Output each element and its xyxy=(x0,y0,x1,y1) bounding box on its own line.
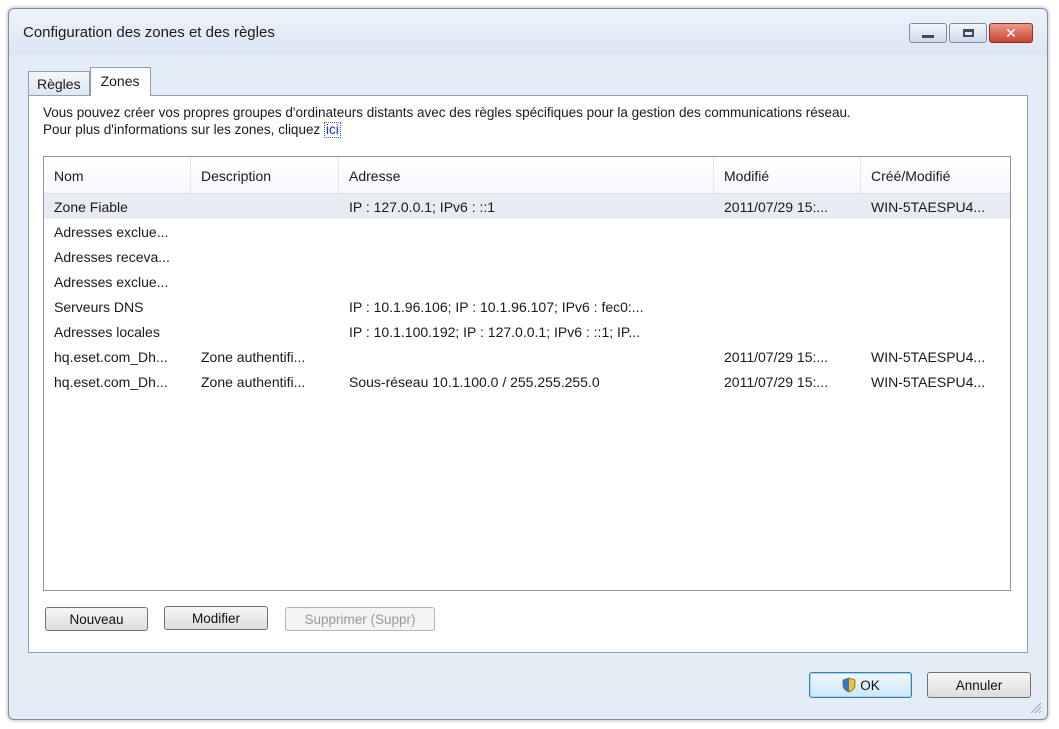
minimize-button[interactable] xyxy=(909,23,947,43)
tab-zones[interactable]: Zones xyxy=(89,67,151,96)
table-row[interactable]: Serveurs DNS IP : 10.1.96.106; IP : 10.1.… xyxy=(44,294,1010,319)
window-controls: ✕ xyxy=(909,23,1033,43)
column-header-cree-modifie[interactable]: Créé/Modifié xyxy=(861,157,1010,193)
cell-nom: hq.eset.com_Dh... xyxy=(54,373,168,390)
table-row[interactable]: Adresses exclue... xyxy=(44,219,1010,244)
title-bar[interactable]: Configuration des zones et des règles ✕ xyxy=(9,9,1047,55)
table-row[interactable]: Adresses exclue... xyxy=(44,269,1010,294)
column-header-description[interactable]: Description xyxy=(191,157,339,193)
cell-modifie: 2011/07/29 15:... xyxy=(724,373,829,390)
intro-line-2-text: Pour plus d'informations sur les zones, … xyxy=(43,122,324,137)
cell-description: Zone authentifi... xyxy=(201,348,306,365)
window-title: Configuration des zones et des règles xyxy=(23,24,275,41)
maximize-icon xyxy=(962,29,974,37)
table-row[interactable]: Adresses locales IP : 10.1.100.192; IP : … xyxy=(44,319,1010,344)
cell-cree-modifie: WIN-5TAESPU4... xyxy=(871,373,986,390)
cell-cree-modifie: WIN-5TAESPU4... xyxy=(871,198,986,215)
cell-nom: Adresses exclue... xyxy=(54,273,169,290)
close-icon: ✕ xyxy=(1005,25,1017,41)
ok-label: OK xyxy=(860,677,880,693)
table-row[interactable]: hq.eset.com_Dh... Zone authentifi... 2011/… xyxy=(44,344,1010,369)
ok-button[interactable]: OK xyxy=(809,672,912,698)
cell-nom: Adresses receva... xyxy=(54,248,170,265)
maximize-button[interactable] xyxy=(949,23,987,43)
cell-adresse: Sous-réseau 10.1.100.0 / 255.255.255.0 xyxy=(349,373,600,390)
cell-nom: Adresses exclue... xyxy=(54,223,169,240)
table-row[interactable]: Zone Fiable IP : 127.0.0.1; IPv6 : ::1 201… xyxy=(44,194,1010,219)
cell-modifie: 2011/07/29 15:... xyxy=(724,348,829,365)
cell-adresse: IP : 10.1.100.192; IP : 127.0.0.1; IPv6 … xyxy=(349,323,641,340)
cell-nom: Serveurs DNS xyxy=(54,298,144,315)
zones-list[interactable]: Nom Description Adresse Modifié Créé/Mod… xyxy=(43,156,1011,591)
column-header-modifie[interactable]: Modifié xyxy=(714,157,861,193)
tab-strip: Règles Zones xyxy=(28,67,151,96)
cancel-button[interactable]: Annuler xyxy=(927,672,1031,698)
resize-grip-icon[interactable] xyxy=(1028,700,1042,714)
shield-icon xyxy=(842,677,856,693)
delete-button[interactable]: Supprimer (Suppr) xyxy=(285,607,435,631)
cell-nom: hq.eset.com_Dh... xyxy=(54,348,168,365)
cell-description: Zone authentifi... xyxy=(201,373,306,390)
cell-nom: Zone Fiable xyxy=(54,198,128,215)
intro-line-2: Pour plus d'informations sur les zones, … xyxy=(43,121,851,138)
cell-modifie: 2011/07/29 15:... xyxy=(724,198,829,215)
intro-text: Vous pouvez créer vos propres groupes d'… xyxy=(43,104,851,138)
list-header: Nom Description Adresse Modifié Créé/Mod… xyxy=(44,157,1010,194)
dialog-window: Configuration des zones et des règles ✕ … xyxy=(8,8,1048,720)
cell-adresse: IP : 127.0.0.1; IPv6 : ::1 xyxy=(349,198,496,215)
list-body: Zone Fiable IP : 127.0.0.1; IPv6 : ::1 201… xyxy=(44,194,1010,394)
minimize-icon xyxy=(922,35,934,38)
cell-adresse: IP : 10.1.96.106; IP : 10.1.96.107; IPv6… xyxy=(349,298,644,315)
new-button[interactable]: Nouveau xyxy=(45,607,148,631)
tab-regles[interactable]: Règles xyxy=(28,71,90,96)
zones-tab-panel: Vous pouvez créer vos propres groupes d'… xyxy=(28,95,1028,653)
table-row[interactable]: hq.eset.com_Dh... Zone authentifi... Sous-… xyxy=(44,369,1010,394)
edit-button[interactable]: Modifier xyxy=(164,606,268,630)
help-link[interactable]: ici xyxy=(323,122,341,138)
table-row[interactable]: Adresses receva... xyxy=(44,244,1010,269)
intro-line-1: Vous pouvez créer vos propres groupes d'… xyxy=(43,105,851,120)
cell-cree-modifie: WIN-5TAESPU4... xyxy=(871,348,986,365)
column-header-adresse[interactable]: Adresse xyxy=(339,157,714,193)
close-button[interactable]: ✕ xyxy=(989,23,1033,43)
cell-nom: Adresses locales xyxy=(54,323,160,340)
dialog-client-area: Règles Zones Vous pouvez créer vos propr… xyxy=(9,55,1047,719)
column-header-nom[interactable]: Nom xyxy=(44,157,191,193)
